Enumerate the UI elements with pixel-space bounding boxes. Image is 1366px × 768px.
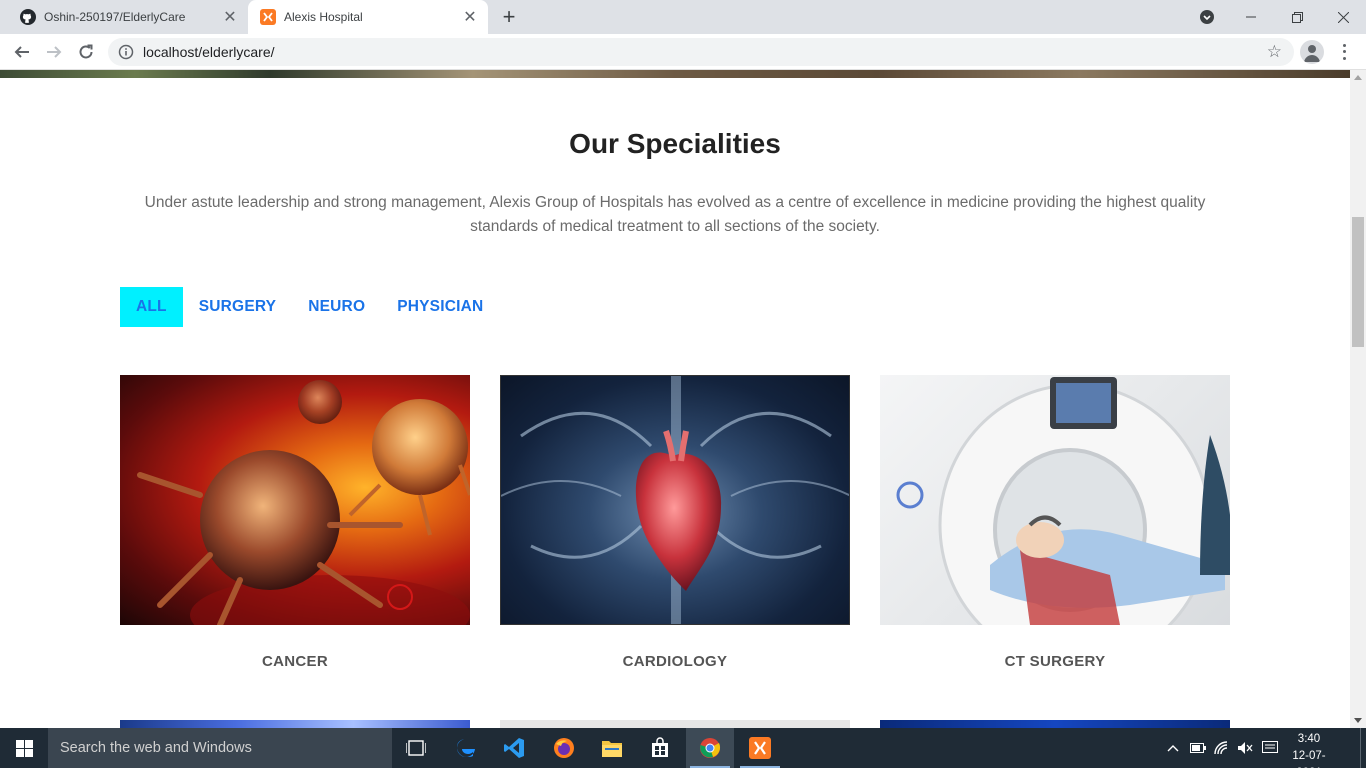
minimize-icon[interactable] — [1228, 0, 1274, 34]
profile-avatar-icon[interactable] — [1300, 40, 1324, 64]
speciality-card-ct-surgery[interactable]: CT SURGERY — [880, 375, 1230, 670]
tab-alexis-hospital[interactable]: Alexis Hospital ✕ — [248, 0, 488, 34]
page-viewport: Our Specialities Under astute leadership… — [0, 70, 1350, 728]
site-info-icon[interactable] — [118, 44, 134, 60]
task-view-icon[interactable] — [392, 728, 440, 768]
tray-chevron-icon[interactable] — [1162, 728, 1184, 768]
edge-icon[interactable] — [442, 728, 490, 768]
section-description: Under astute leadership and strong manag… — [144, 194, 1206, 235]
taskbar-search-input[interactable]: Search the web and Windows — [48, 728, 392, 768]
card-label: CANCER — [262, 653, 328, 670]
hero-image-bottom-edge — [0, 70, 1350, 78]
tab-title: Oshin-250197/ElderlyCare — [44, 10, 186, 24]
show-desktop-button[interactable] — [1360, 728, 1366, 768]
url-text: localhost/elderlycare/ — [143, 44, 275, 60]
clock-time: 3:40 — [1297, 733, 1321, 745]
browser-toolbar: localhost/elderlycare/ ☆ — [0, 34, 1366, 70]
clock-date: 12-07-2021 — [1292, 750, 1326, 768]
filter-physician[interactable]: PHYSICIAN — [381, 287, 499, 327]
filter-neuro[interactable]: NEURO — [292, 287, 381, 327]
address-bar[interactable]: localhost/elderlycare/ ☆ — [108, 38, 1294, 66]
menu-icon[interactable] — [1336, 42, 1352, 62]
new-tab-icon[interactable]: + — [498, 6, 520, 28]
wifi-icon[interactable] — [1210, 728, 1234, 768]
close-tab-icon[interactable]: ✕ — [460, 7, 480, 27]
section-title: Our Specialities — [569, 128, 781, 159]
card-label: CARDIOLOGY — [622, 653, 728, 670]
xampp-taskbar-icon[interactable] — [736, 728, 784, 768]
xampp-icon — [260, 9, 276, 25]
tab-title: Alexis Hospital — [284, 10, 363, 24]
tab-strip: Oshin-250197/ElderlyCare ✕ Alexis Hospit… — [0, 0, 1366, 34]
speciality-card-cardiology[interactable]: CARDIOLOGY — [500, 375, 850, 670]
reload-icon[interactable] — [72, 38, 100, 66]
github-icon — [20, 9, 36, 25]
close-window-icon[interactable] — [1320, 0, 1366, 34]
windows-taskbar: Search the web and Windows 3:40 12-07-20… — [0, 728, 1366, 768]
speciality-filters: ALL SURGERY NEURO PHYSICIAN — [120, 287, 499, 327]
speciality-card-partial[interactable] — [880, 720, 1230, 728]
store-icon[interactable] — [636, 728, 684, 768]
back-icon[interactable] — [8, 38, 36, 66]
page-scrollbar[interactable] — [1350, 70, 1366, 728]
restore-icon[interactable] — [1274, 0, 1320, 34]
speciality-card-partial[interactable] — [120, 720, 470, 728]
keyboard-icon[interactable] — [1258, 728, 1282, 768]
card-label: CT SURGERY — [1004, 653, 1106, 670]
volume-muted-icon[interactable] — [1234, 728, 1256, 768]
chrome-icon[interactable] — [686, 728, 734, 768]
bookmark-star-icon[interactable]: ☆ — [1267, 42, 1282, 62]
taskbar-clock[interactable]: 3:40 12-07-2021 — [1283, 731, 1335, 768]
speciality-card-cancer[interactable]: CANCER — [120, 375, 470, 670]
file-explorer-icon[interactable] — [588, 728, 636, 768]
firefox-icon[interactable] — [540, 728, 588, 768]
battery-icon[interactable] — [1186, 728, 1210, 768]
tab-github[interactable]: Oshin-250197/ElderlyCare ✕ — [8, 0, 248, 34]
windows-start-icon[interactable] — [0, 728, 48, 768]
heart-anatomy-image — [500, 375, 850, 625]
scroll-down-icon[interactable] — [1354, 718, 1362, 723]
close-tab-icon[interactable]: ✕ — [220, 7, 240, 27]
speciality-card-partial[interactable] — [500, 720, 850, 728]
filter-surgery[interactable]: SURGERY — [183, 287, 292, 327]
scroll-up-icon[interactable] — [1354, 75, 1362, 80]
tab-search-icon[interactable] — [1184, 0, 1230, 34]
forward-icon[interactable] — [40, 38, 68, 66]
scrollbar-thumb[interactable] — [1352, 217, 1364, 347]
vscode-icon[interactable] — [490, 728, 538, 768]
filter-all[interactable]: ALL — [120, 287, 183, 327]
ct-scanner-image — [880, 375, 1230, 625]
cancer-cell-image — [120, 375, 470, 625]
